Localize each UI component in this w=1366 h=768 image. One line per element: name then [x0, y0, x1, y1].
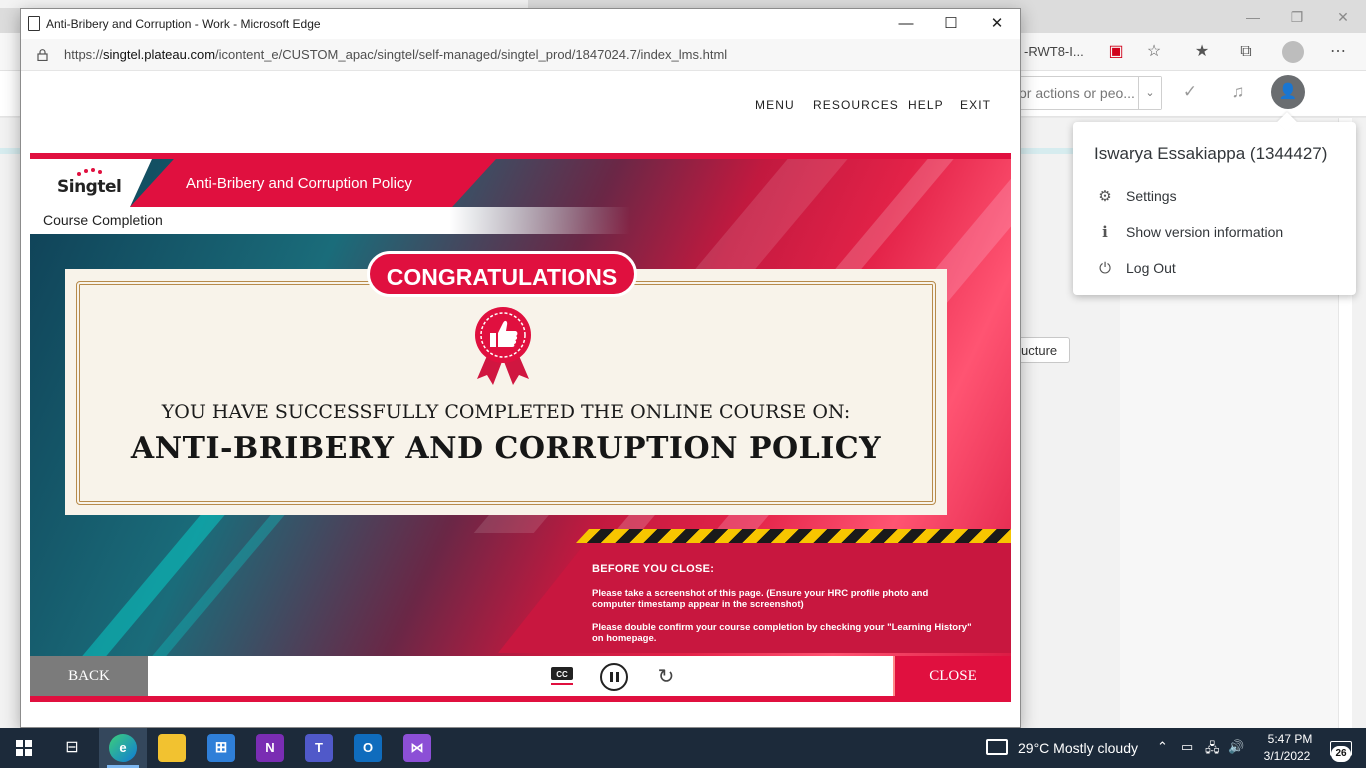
- background-address-fragment[interactable]: -RWT8-I...: [1024, 44, 1084, 59]
- user-avatar-button[interactable]: 👤: [1271, 75, 1305, 109]
- completed-course-name: ANTI-BRIBERY AND CORRUPTION POLICY: [130, 431, 882, 466]
- nav-help[interactable]: HELP: [908, 98, 944, 112]
- popup-titlebar[interactable]: Anti-Bribery and Corruption - Work - Mic…: [21, 9, 1020, 39]
- menu-item-label: Log Out: [1126, 260, 1176, 276]
- course-nav-bar: MENU RESOURCES HELP EXIT: [21, 71, 1020, 153]
- logo-text: Singtel: [57, 177, 122, 197]
- clock-date[interactable]: 3/1/2022: [1256, 749, 1318, 763]
- completion-statement: YOU HAVE SUCCESSFULLY COMPLETED THE ONLI…: [161, 401, 851, 423]
- course-title: Anti-Bribery and Corruption Policy: [186, 175, 412, 192]
- url-scheme: https://: [64, 47, 104, 62]
- congratulations-banner: CONGRATULATIONS: [367, 251, 637, 297]
- profile-menu-popover: Iswarya Essakiappa (1344427) ⚙ Settings i…: [1073, 112, 1356, 295]
- notice-title: BEFORE YOU CLOSE:: [592, 563, 715, 575]
- bg-minimize-button[interactable]: —: [1238, 6, 1268, 28]
- network-icon[interactable]: 🖧: [1205, 739, 1220, 761]
- notifications-bell-icon[interactable]: ♫: [1226, 80, 1250, 104]
- lock-icon: [37, 49, 48, 61]
- notice-text-screenshot: Please take a screenshot of this page. (…: [592, 588, 929, 610]
- menu-item-label: Show version information: [1126, 224, 1284, 240]
- logo-dot: [98, 170, 102, 174]
- bg-restore-button[interactable]: ❐: [1282, 6, 1312, 28]
- file-explorer-icon[interactable]: [158, 734, 186, 762]
- task-view-icon[interactable]: ⊟: [58, 734, 86, 762]
- nav-exit[interactable]: EXIT: [960, 98, 991, 112]
- more-options-icon[interactable]: ⋯: [1326, 41, 1350, 63]
- notice-text-learning-history: Please double confirm your course comple…: [592, 622, 972, 644]
- onenote-icon[interactable]: N: [256, 734, 284, 762]
- nav-resources[interactable]: RESOURCES: [813, 98, 899, 112]
- logo-dot: [84, 169, 88, 173]
- tracking-prevention-icon[interactable]: ▣: [1104, 41, 1128, 63]
- stage-bottom-border: [30, 696, 1011, 702]
- cc-label: CC: [556, 670, 568, 679]
- clock-time[interactable]: 5:47 PM: [1260, 732, 1320, 746]
- logo-dot: [77, 172, 81, 176]
- close-course-button[interactable]: CLOSE: [893, 656, 1011, 696]
- course-stage: Singtel Anti-Bribery and Corruption Poli…: [30, 153, 1011, 696]
- course-popup-window: Anti-Bribery and Corruption - Work - Mic…: [20, 8, 1021, 728]
- certificate-card: CONGRATULATIONS YOU HAVE SUCCESSFULLY CO…: [65, 251, 947, 515]
- section-label-band: Course Completion: [30, 207, 630, 234]
- thumbs-up-badge-icon: [475, 307, 531, 385]
- logo-dot: [91, 168, 95, 172]
- replay-icon[interactable]: ↻: [654, 666, 678, 688]
- add-favorite-icon[interactable]: ☆: [1142, 41, 1166, 63]
- gear-icon: ⚙: [1098, 188, 1112, 205]
- hazard-stripe: [576, 529, 1011, 543]
- closed-captions-icon[interactable]: CC: [550, 666, 574, 686]
- info-icon: i: [1102, 223, 1108, 241]
- weather-text[interactable]: 29°C Mostly cloudy: [1018, 740, 1138, 756]
- notification-count-badge: 26: [1331, 746, 1351, 762]
- visual-studio-icon[interactable]: ⋈: [403, 734, 431, 762]
- address-bar[interactable]: https://singtel.plateau.com/icontent_e/C…: [21, 39, 1020, 71]
- power-icon: ⏻: [1099, 260, 1111, 277]
- content-accent-line: [0, 148, 22, 154]
- windows-start-icon[interactable]: [16, 740, 32, 756]
- menu-item-settings[interactable]: ⚙ Settings: [1093, 184, 1343, 208]
- store-icon[interactable]: ⊞: [207, 734, 235, 762]
- popup-window-title: Anti-Bribery and Corruption - Work - Mic…: [46, 17, 321, 31]
- url-text[interactable]: https://singtel.plateau.com/icontent_e/C…: [64, 47, 727, 62]
- profile-name: Iswarya Essakiappa (1344427): [1094, 144, 1328, 163]
- menu-item-label: Settings: [1126, 188, 1177, 204]
- battery-icon[interactable]: ▭: [1181, 739, 1193, 755]
- back-button[interactable]: BACK: [30, 656, 148, 696]
- search-dropdown-chevron-icon[interactable]: ⌄: [1138, 77, 1161, 109]
- pause-icon[interactable]: [600, 663, 628, 691]
- approvals-check-icon[interactable]: ✓: [1178, 80, 1202, 104]
- favorites-icon[interactable]: ★: [1190, 41, 1214, 63]
- close-window-button[interactable]: ✕: [982, 13, 1012, 35]
- outlook-icon[interactable]: O: [354, 734, 382, 762]
- background-browser-tab[interactable]: [0, 0, 528, 8]
- tray-chevron-icon[interactable]: ⌃: [1157, 739, 1168, 755]
- teams-icon[interactable]: T: [305, 734, 333, 762]
- edge-icon[interactable]: e: [109, 734, 137, 762]
- collections-icon[interactable]: ⧉: [1234, 41, 1258, 63]
- windows-taskbar: ⊟ e ⊞ N T O ⋈ 29°C Mostly cloudy ⌃ ▭ 🖧 🔊…: [0, 728, 1366, 768]
- pause-bar: [616, 672, 619, 682]
- course-brand-bar: Singtel Anti-Bribery and Corruption Poli…: [30, 159, 1011, 207]
- menu-item-version-info[interactable]: i Show version information: [1093, 220, 1343, 244]
- minimize-button[interactable]: —: [891, 13, 921, 35]
- player-control-bar: BACK CC ↻ CLOSE: [30, 656, 1011, 696]
- maximize-button[interactable]: ☐: [936, 13, 966, 35]
- nav-menu[interactable]: MENU: [755, 98, 795, 112]
- url-host: singtel.plateau.com: [103, 47, 216, 62]
- section-label: Course Completion: [43, 212, 163, 228]
- weather-icon[interactable]: [986, 739, 1008, 755]
- pause-bar: [610, 672, 613, 682]
- bg-close-button[interactable]: ✕: [1328, 6, 1358, 28]
- volume-icon[interactable]: 🔊: [1228, 739, 1244, 755]
- browser-profile-avatar[interactable]: [1282, 41, 1304, 63]
- page-icon: [28, 16, 40, 31]
- url-path: /icontent_e/CUSTOM_apac/singtel/self-man…: [215, 47, 728, 62]
- menu-item-log-out[interactable]: ⏻ Log Out: [1093, 256, 1343, 280]
